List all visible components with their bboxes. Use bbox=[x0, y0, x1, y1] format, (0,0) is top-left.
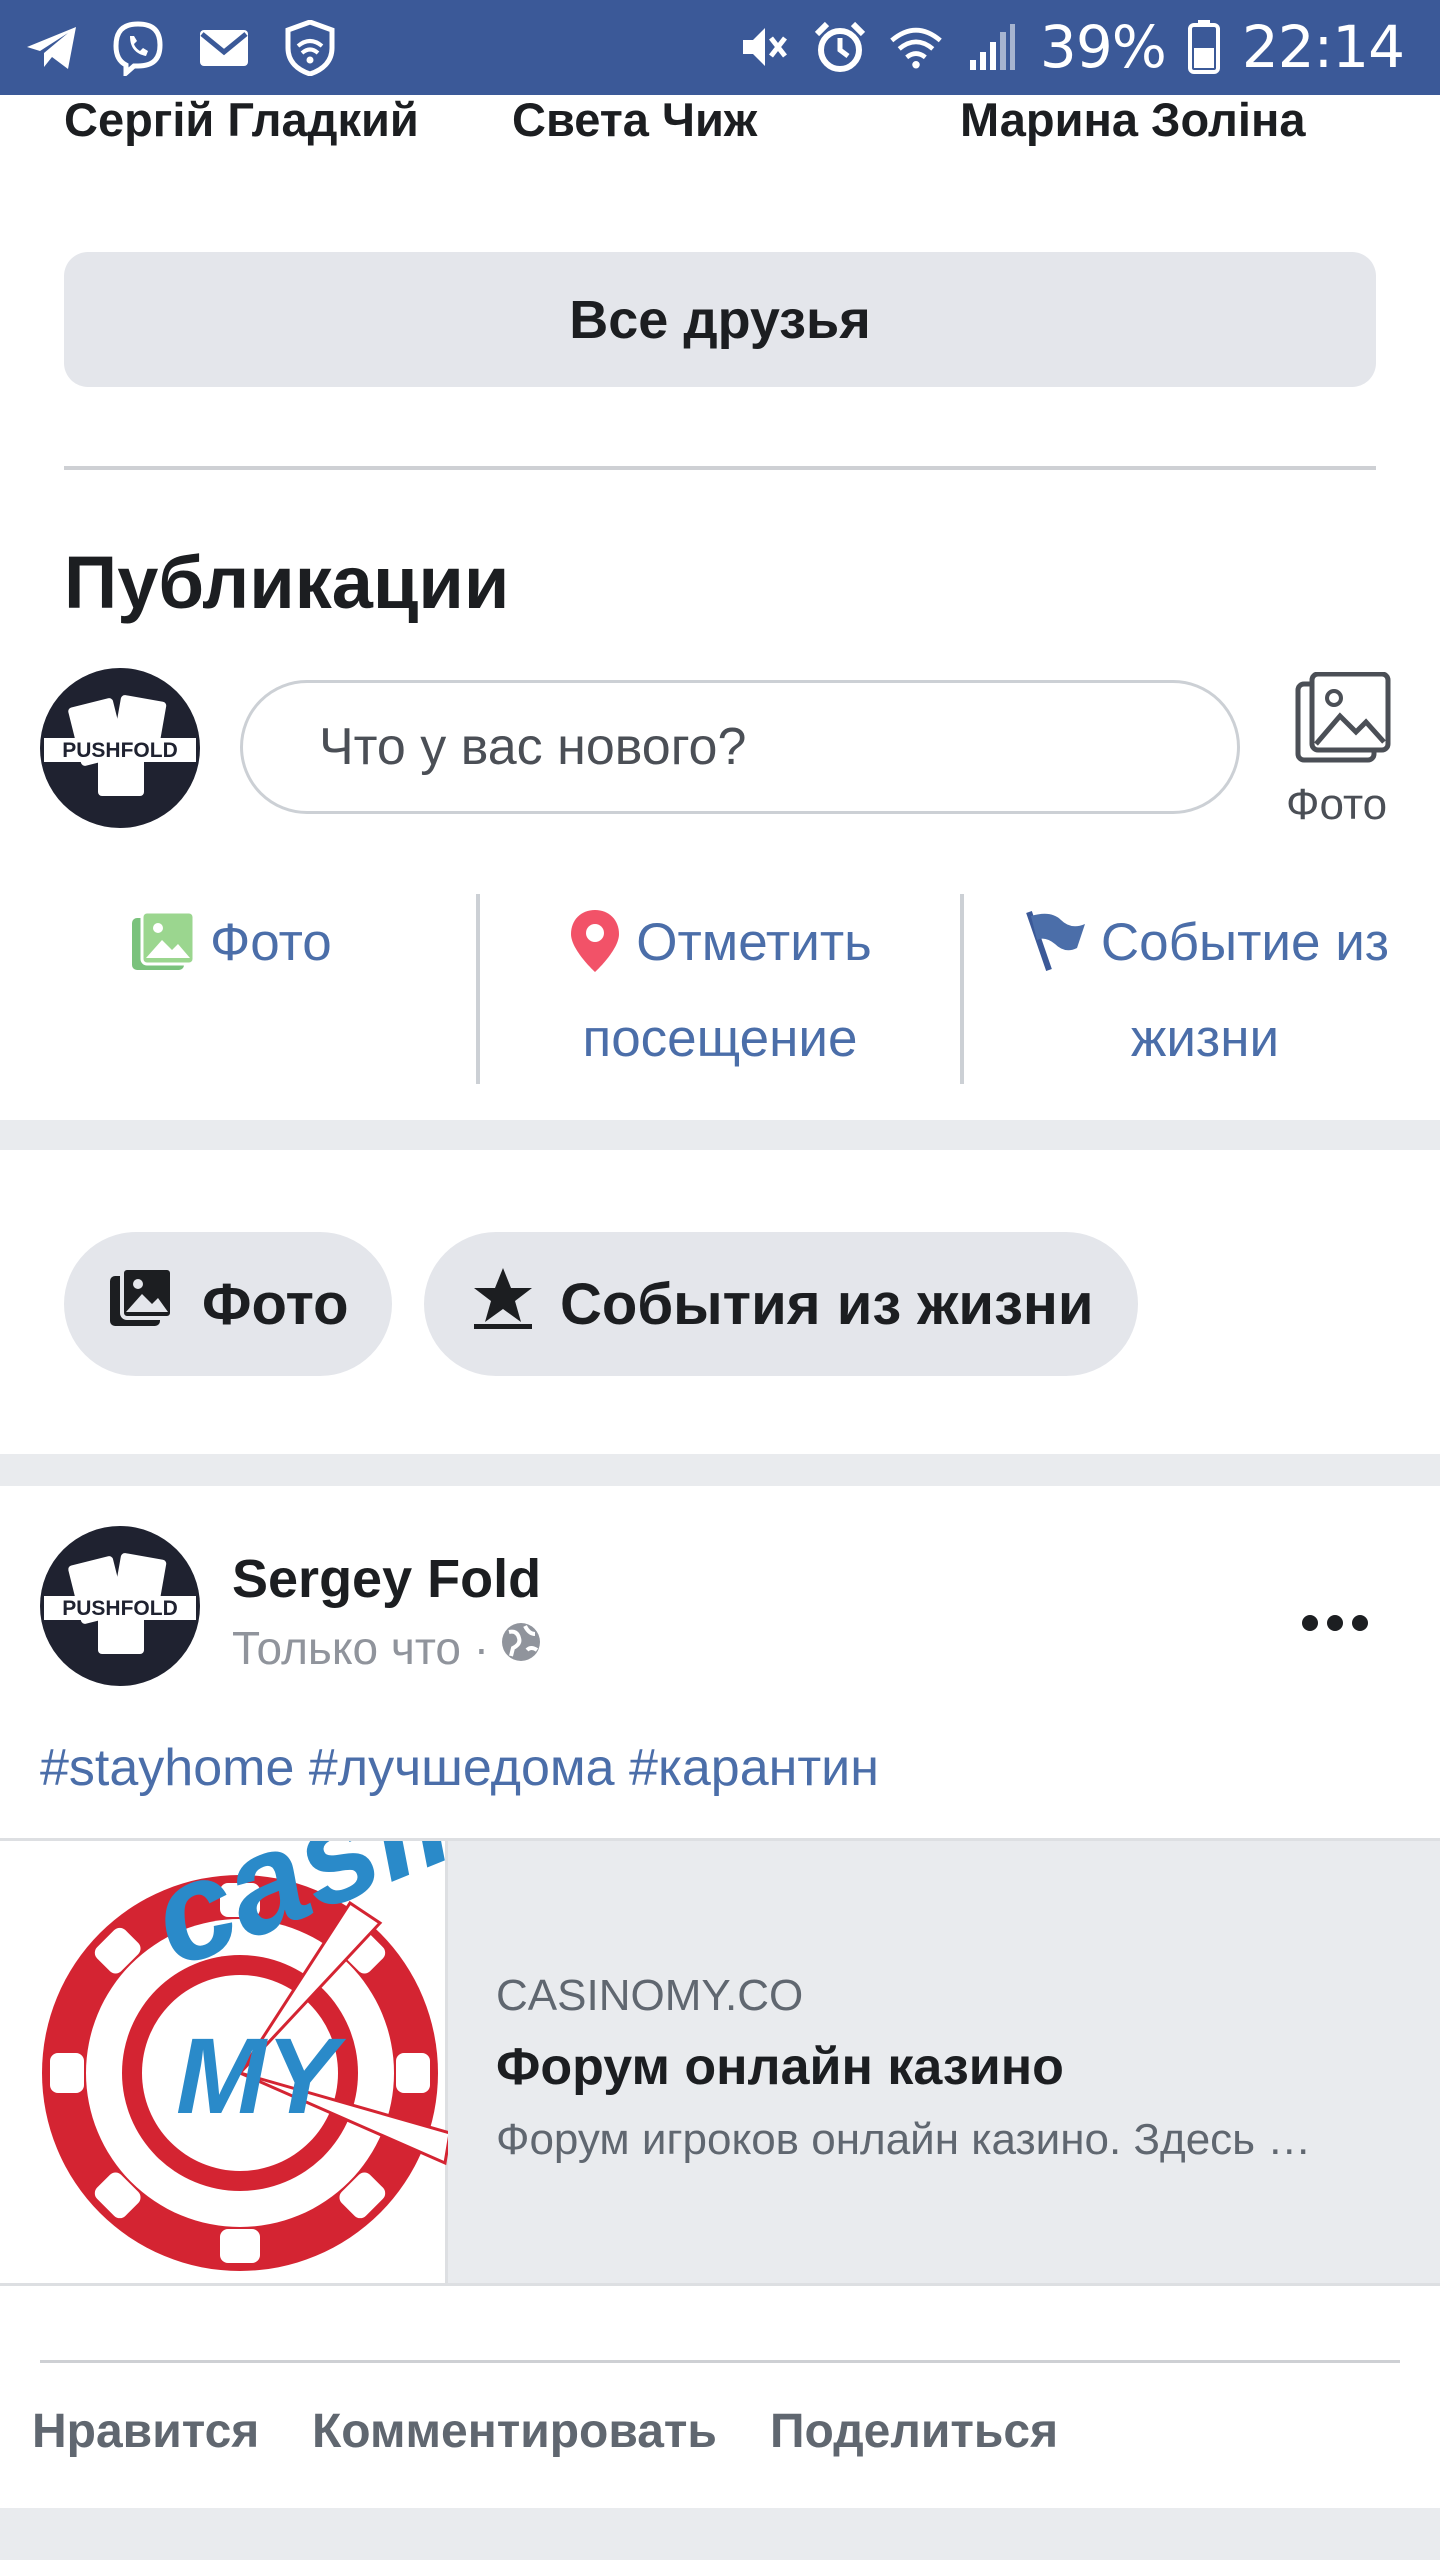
section-separator bbox=[0, 2508, 1440, 2560]
composer-input[interactable]: Что у вас нового? bbox=[240, 680, 1240, 814]
mail-icon bbox=[196, 20, 252, 76]
action-separator bbox=[960, 894, 964, 1084]
photo-upload-icon[interactable] bbox=[1294, 671, 1392, 764]
post-options-button[interactable] bbox=[1300, 1580, 1370, 1649]
post-time-text: Только что · bbox=[232, 1621, 490, 1674]
status-bar-right: 39% 22:14 bbox=[736, 13, 1405, 81]
post-author-avatar[interactable]: PUSHFOLD bbox=[40, 1526, 200, 1686]
avatar-text: PUSHFOLD bbox=[62, 1597, 178, 1620]
action-separator bbox=[476, 894, 480, 1084]
comment-button[interactable]: Комментировать bbox=[312, 2404, 717, 2459]
viber-icon bbox=[110, 20, 166, 76]
photo-action[interactable]: Фото bbox=[130, 895, 332, 991]
link-preview-body[interactable]: CASINOMY.CO Форум онлайн казино Форум иг… bbox=[448, 1841, 1440, 2283]
globe-icon bbox=[499, 1620, 543, 1675]
link-preview[interactable]: casino MY CASINOMY.CO Форум онлайн казин… bbox=[0, 1690, 1440, 2286]
checkin-label-line2: посещение bbox=[582, 1009, 858, 1068]
clock: 22:14 bbox=[1241, 13, 1405, 81]
status-bar: 39% 22:14 bbox=[0, 0, 1440, 95]
composer-placeholder: Что у вас нового? bbox=[319, 718, 747, 776]
post-text[interactable]: #stayhome #лучшедома #карантин bbox=[40, 1738, 879, 1798]
section-title: Публикации bbox=[64, 541, 510, 624]
divider bbox=[40, 2360, 1400, 2363]
photo-upload-label[interactable]: Фото bbox=[1286, 780, 1387, 830]
link-domain: CASINOMY.CO bbox=[496, 1971, 804, 2020]
life-event-action[interactable]: Событие из жизни bbox=[990, 895, 1420, 1087]
link-preview-image: casino MY bbox=[0, 1690, 593, 2283]
photo-filter-button[interactable]: Фото bbox=[64, 1232, 392, 1376]
share-button[interactable]: Поделиться bbox=[770, 2404, 1058, 2459]
shield-icon bbox=[282, 20, 338, 76]
friend-name[interactable]: Марина Золіна bbox=[960, 92, 1305, 147]
divider bbox=[64, 466, 1376, 470]
photo-icon bbox=[108, 1266, 174, 1342]
life-event-label-line1: Событие из bbox=[1100, 913, 1390, 972]
friend-name[interactable]: Света Чиж bbox=[512, 92, 757, 147]
telegram-icon bbox=[24, 20, 80, 76]
signal-icon bbox=[964, 19, 1020, 75]
friend-name[interactable]: Сергій Гладкий bbox=[64, 92, 419, 147]
status-bar-left bbox=[24, 18, 338, 78]
post-timestamp[interactable]: Только что · bbox=[232, 1620, 543, 1675]
wifi-icon bbox=[888, 19, 944, 75]
battery-percent: 39% bbox=[1039, 13, 1167, 81]
mute-icon bbox=[736, 19, 792, 75]
post-author-name[interactable]: Sergey Fold bbox=[232, 1548, 541, 1610]
photo-filter-label: Фото bbox=[202, 1271, 349, 1337]
like-button[interactable]: Нравится bbox=[32, 2404, 259, 2459]
checkin-action[interactable]: Отметить посещение bbox=[500, 895, 940, 1087]
checkin-label-line1: Отметить bbox=[636, 913, 872, 972]
section-separator bbox=[0, 1120, 1440, 1150]
link-title: Форум онлайн казино bbox=[496, 2038, 1064, 2096]
section-separator bbox=[0, 1454, 1440, 1486]
star-icon bbox=[470, 1264, 536, 1344]
link-description: Форум игроков онлайн казино. Здесь … bbox=[496, 2115, 1312, 2164]
location-pin-icon bbox=[568, 908, 622, 979]
photo-action-label: Фото bbox=[210, 913, 332, 972]
life-event-label-line2: жизни bbox=[1130, 1009, 1280, 1068]
life-events-filter-label: События из жизни bbox=[560, 1271, 1094, 1337]
avatar-text: PUSHFOLD bbox=[62, 739, 178, 762]
avatar[interactable]: PUSHFOLD bbox=[40, 668, 200, 828]
casino-logo-my-text: MY bbox=[176, 2015, 347, 2136]
all-friends-button[interactable]: Все друзья bbox=[64, 252, 1376, 387]
photo-icon bbox=[130, 910, 196, 977]
battery-icon bbox=[1186, 19, 1222, 75]
flag-icon bbox=[1021, 908, 1087, 979]
alarm-icon bbox=[812, 19, 868, 75]
life-events-filter-button[interactable]: События из жизни bbox=[424, 1232, 1138, 1376]
